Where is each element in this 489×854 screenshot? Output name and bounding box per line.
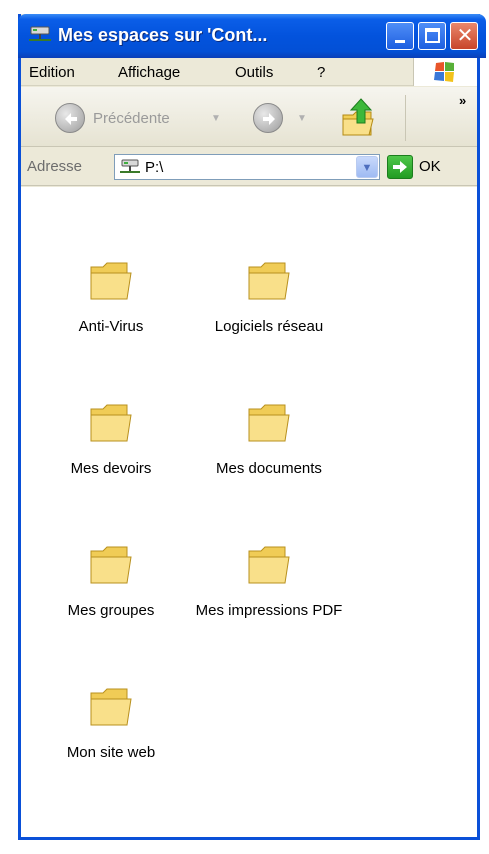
folder-label: Mes impressions PDF: [195, 602, 343, 619]
menu-outils[interactable]: Outils: [235, 64, 273, 81]
folder-item[interactable]: Anti-Virus: [31, 259, 191, 337]
menu-affichage[interactable]: Affichage: [118, 64, 180, 81]
back-dropdown-icon[interactable]: ▼: [211, 113, 221, 124]
back-label: Précédente: [93, 110, 170, 127]
folder-label: Anti-Virus: [78, 318, 144, 335]
go-button[interactable]: [387, 155, 413, 179]
minimize-icon: [395, 40, 405, 43]
menu-help[interactable]: ?: [317, 64, 325, 81]
folder-item[interactable]: Mes groupes: [31, 543, 191, 621]
back-arrow-icon: [65, 113, 77, 125]
folder-label: Mes groupes: [67, 602, 155, 619]
menu-edition[interactable]: Edition: [29, 64, 75, 81]
address-value: P:\: [145, 159, 164, 176]
address-label: Adresse: [27, 158, 83, 175]
back-button[interactable]: [55, 103, 85, 133]
minimize-button[interactable]: [386, 22, 414, 50]
toolbar-more-icon[interactable]: »: [459, 93, 466, 108]
close-button[interactable]: ✕: [450, 22, 478, 50]
up-folder-icon: [342, 98, 374, 136]
network-drive-icon: [29, 26, 51, 41]
window-title: Mes espaces sur 'Cont...: [58, 25, 268, 45]
folder-item[interactable]: Mes documents: [189, 401, 349, 479]
address-dropdown-icon[interactable]: ▼: [356, 156, 378, 178]
folder-icon: [90, 404, 132, 442]
up-folder-button[interactable]: [339, 97, 379, 139]
folder-icon: [90, 262, 132, 300]
folder-item[interactable]: Logiciels réseau: [189, 259, 349, 337]
folder-label: Logiciels réseau: [214, 318, 324, 335]
explorer-window: Mes espaces sur 'Cont... ✕ Edition Affic…: [18, 14, 486, 840]
folder-icon: [248, 404, 290, 442]
folder-view: Anti-Virus Logiciels réseau Mes devoirs …: [21, 187, 477, 837]
standard-toolbar: Précédente ▼ ▼ »: [21, 87, 477, 147]
network-drive-icon: [120, 159, 140, 173]
menu-bar: Edition Affichage Outils ?: [21, 58, 477, 86]
address-bar: Adresse P:\ ▼ OK: [21, 148, 477, 186]
folder-label: Mes documents: [216, 460, 322, 477]
folder-icon: [90, 688, 132, 726]
folder-icon: [90, 546, 132, 584]
maximize-button[interactable]: [418, 22, 446, 50]
close-icon: ✕: [456, 25, 474, 47]
folder-label: Mes devoirs: [70, 460, 152, 477]
go-arrow-icon: [393, 161, 407, 173]
windows-logo: [413, 58, 477, 86]
folder-icon: [248, 546, 290, 584]
go-label[interactable]: OK: [419, 158, 441, 175]
toolbar-separator: [405, 95, 406, 141]
maximize-icon: [425, 28, 440, 43]
forward-dropdown-icon[interactable]: ▼: [297, 113, 307, 124]
folder-item[interactable]: Mes devoirs: [31, 401, 191, 479]
address-input[interactable]: P:\ ▼: [114, 154, 380, 180]
folder-label: Mon site web: [66, 744, 156, 761]
folder-icon: [248, 262, 290, 300]
title-bar[interactable]: Mes espaces sur 'Cont... ✕: [18, 14, 486, 58]
folder-item[interactable]: Mon site web: [31, 685, 191, 763]
forward-arrow-icon: [263, 113, 275, 125]
folder-item[interactable]: Mes impressions PDF: [194, 543, 344, 621]
forward-button[interactable]: [253, 103, 283, 133]
